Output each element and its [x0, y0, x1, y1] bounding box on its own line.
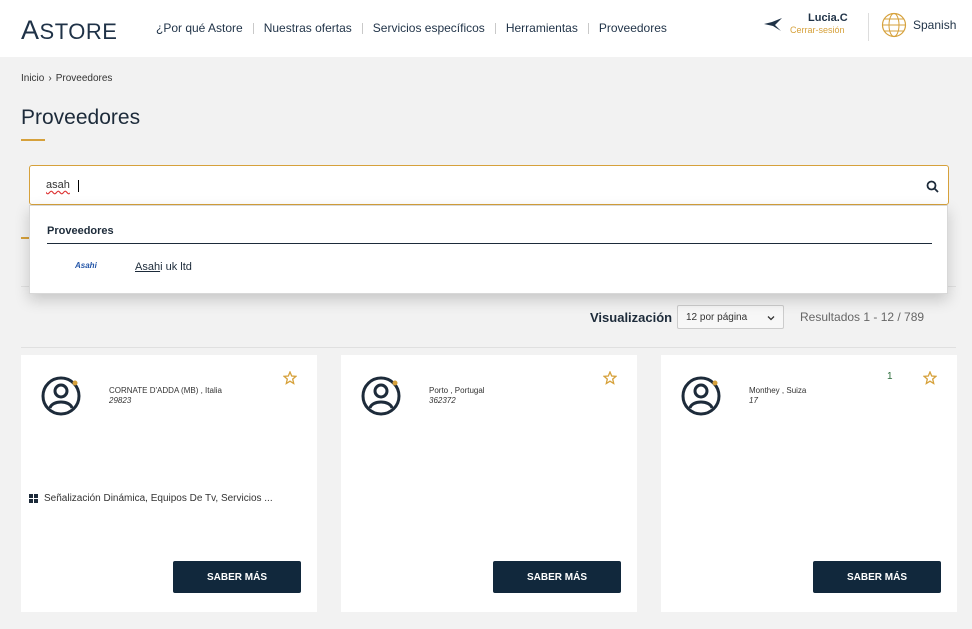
supplier-avatar-icon	[681, 376, 721, 416]
breadcrumb-home[interactable]: Inicio	[21, 73, 44, 84]
search-icon[interactable]	[926, 180, 939, 193]
favorite-star-icon[interactable]	[923, 371, 937, 385]
airline-bird-icon	[764, 18, 782, 31]
supplier-location: Monthey , Suiza	[749, 386, 807, 395]
nav-item-tools[interactable]: Herramientas	[496, 21, 588, 35]
chevron-right-icon: ›	[48, 73, 52, 84]
supplier-code: 17	[749, 396, 758, 405]
learn-more-button[interactable]: SABER MÁS	[493, 561, 621, 593]
supplier-categories: Señalización Dinámica, Equipos De Tv, Se…	[29, 493, 273, 504]
supplier-card[interactable]: Porto , Portugal 362372 SABER MÁS	[341, 355, 637, 612]
card-mark: 1	[887, 371, 893, 382]
suggestions-divider	[47, 243, 932, 244]
nav-item-why-astore[interactable]: ¿Por qué Astore	[146, 21, 253, 35]
categories-text: Señalización Dinámica, Equipos De Tv, Se…	[44, 493, 273, 504]
search-input[interactable]: asah	[29, 165, 949, 205]
supplier-avatar-icon	[361, 376, 401, 416]
search-value: asah	[46, 179, 70, 191]
main-nav: ¿Por qué Astore Nuestras ofertas Servici…	[146, 21, 677, 35]
title-underline	[21, 139, 45, 141]
breadcrumb-current: Proveedores	[55, 73, 113, 84]
supplier-location: CORNATE D'ADDA (MB) , Italia	[109, 386, 222, 395]
grid-icon	[29, 494, 38, 503]
suggestions-heading: Proveedores	[47, 225, 114, 237]
language-selector[interactable]: Spanish	[913, 18, 956, 32]
globe-icon[interactable]	[881, 12, 907, 38]
per-page-value: 12 por página	[686, 312, 748, 323]
supplier-card[interactable]: Monthey , Suiza 17 1 SABER MÁS	[661, 355, 957, 612]
display-label: Visualización	[590, 310, 673, 325]
per-page-select[interactable]: 12 por página	[677, 305, 784, 329]
nav-item-suppliers[interactable]: Proveedores	[589, 21, 677, 35]
supplier-avatar-icon	[41, 376, 81, 416]
text-caret	[78, 180, 79, 192]
astore-logo[interactable]: ASTORE	[21, 15, 117, 46]
header-divider	[868, 13, 869, 41]
supplier-logo: Asahi	[75, 261, 97, 270]
learn-more-button[interactable]: SABER MÁS	[173, 561, 301, 593]
breadcrumb: Inicio › Proveedores	[21, 73, 112, 84]
suggestion-item[interactable]: Asahi uk ltd	[135, 261, 192, 273]
chevron-down-icon	[767, 316, 775, 321]
search-suggestions: Proveedores Asahi Asahi uk ltd	[29, 205, 948, 294]
results-count: Resultados 1 - 12 / 789	[800, 310, 925, 324]
favorite-star-icon[interactable]	[283, 371, 297, 385]
logout-link[interactable]: Cerrar-sesión	[790, 25, 845, 35]
top-header: ASTORE ¿Por qué Astore Nuestras ofertas …	[0, 0, 972, 57]
supplier-code: 362372	[429, 396, 456, 405]
supplier-card[interactable]: CORNATE D'ADDA (MB) , Italia 29823 Señal…	[21, 355, 317, 612]
supplier-location: Porto , Portugal	[429, 386, 485, 395]
nav-item-offers[interactable]: Nuestras ofertas	[254, 21, 362, 35]
learn-more-button[interactable]: SABER MÁS	[813, 561, 941, 593]
supplier-code: 29823	[109, 396, 132, 405]
page-title: Proveedores	[21, 106, 141, 129]
user-name[interactable]: Lucia.C	[808, 12, 848, 24]
favorite-star-icon[interactable]	[603, 371, 617, 385]
nav-item-services[interactable]: Servicios específicos	[363, 21, 495, 35]
